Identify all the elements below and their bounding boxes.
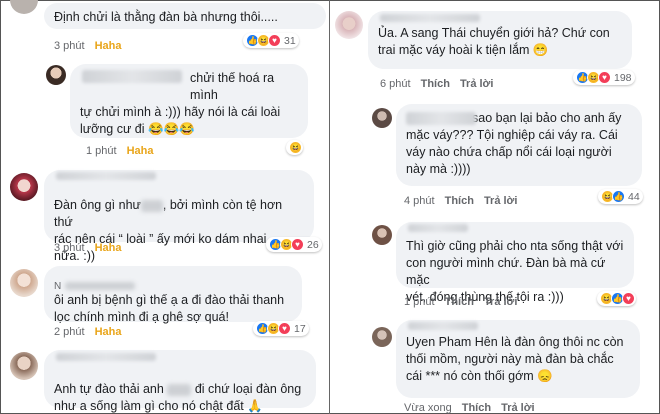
comment-bubble: Định chửi là thằng đàn bà nhưng thôi....… — [44, 3, 326, 29]
comment-text: tự chửi mình à :))) hãy nói là cái loài — [80, 105, 281, 119]
avatar[interactable] — [372, 108, 392, 128]
comment-bubble: Đàn ông gì như, bởi mình còn tệ hơn thứ … — [44, 170, 314, 263]
author-name-redacted — [65, 282, 136, 291]
author-name-redacted — [82, 70, 182, 83]
comment-text-part: Anh tự đào thải anh — [54, 382, 164, 396]
comment-text-part: đi chứ loại đàn ông — [194, 382, 302, 396]
comment-bubble: chửi thế hoá ra mình tự chửi mình à :)))… — [70, 64, 308, 138]
reaction-summary[interactable]: 😆 — [286, 140, 303, 155]
reply-link[interactable]: Trả lời — [460, 78, 494, 90]
comment-time: 3 phút — [54, 40, 85, 52]
comment-text: váy nào chứa chấp nổi cái loại người — [406, 145, 612, 159]
comment-text: ôi anh bị bệnh gì thế ạ a đi đào thải th… — [54, 293, 285, 307]
comment-text: Đàn ông gì như, bởi mình còn tệ hơn thứ — [54, 180, 304, 231]
love-icon: ♥ — [291, 238, 304, 251]
love-icon: ♥ — [278, 322, 291, 335]
love-icon: ♥ — [622, 292, 635, 305]
avatar[interactable] — [10, 269, 38, 297]
avatar[interactable] — [10, 352, 38, 380]
comment-text: Định chửi là thằng đàn bà nhưng thôi....… — [54, 10, 278, 24]
author-name-redacted — [56, 172, 156, 180]
comment-meta: Vừa xong Thích Trả lời — [404, 402, 545, 414]
author-name-redacted — [56, 353, 156, 361]
comment-meta: 6 phút Thích Trả lời — [380, 78, 503, 90]
avatar[interactable] — [372, 327, 392, 347]
comment-time: 2 phút — [54, 326, 85, 338]
author-name-redacted — [380, 14, 480, 22]
comment-text: Ủa. A sang Thái chuyển giới hả? Chứ con — [378, 26, 610, 40]
reaction-count: 31 — [284, 34, 296, 47]
comment-meta: 2 phút Haha — [54, 326, 132, 338]
comment-meta: 4 phút Thích Trả lời — [404, 195, 527, 207]
comment-text: lưỡng cư đi 😂😂😂 — [80, 122, 195, 136]
author-name-redacted — [406, 112, 476, 125]
comment-text: như a sống làm gì cho nó chật đất 🙏 — [54, 399, 263, 413]
comment-time: Vừa xong — [404, 402, 452, 414]
comment-bubble: Thì giờ cũng phải cho nta sống thật với … — [396, 222, 634, 304]
comment-meta: 1 phút Thích Trả lời — [404, 296, 527, 308]
like-icon: 👍 — [612, 190, 625, 203]
reply-link[interactable]: Trả lời — [484, 195, 518, 207]
reaction-count: 26 — [307, 238, 319, 251]
comment-text: con người mình chứ. Đàn bà mà cứ mặc — [406, 256, 606, 287]
comment-meta: 3 phút Haha — [54, 40, 132, 52]
haha-icon: 😆 — [289, 141, 302, 154]
redacted-text — [167, 383, 192, 396]
reaction-summary[interactable]: 👍 😆 ♥ 26 — [266, 237, 322, 252]
reaction-count: 44 — [628, 190, 640, 203]
comment-bubble: Uyen Pham Hên là đàn ông thôi nc còn thố… — [396, 320, 640, 398]
comment-time: 3 phút — [54, 242, 85, 254]
comment-bubble: Ủa. A sang Thái chuyển giới hả? Chứ con … — [368, 11, 632, 69]
comment-bubble: N ôi anh bị bệnh gì thế ạ a đi đào thải … — [44, 266, 302, 324]
reaction-count: 198 — [614, 71, 632, 84]
author-name-redacted — [408, 322, 478, 330]
comment-text: Anh tự đào thải anh đi chứ loại đàn ông — [54, 364, 306, 398]
reaction-haha-label[interactable]: Haha — [95, 40, 122, 52]
reaction-haha-label[interactable]: Haha — [95, 326, 122, 338]
comment-time: 1 phút — [86, 145, 117, 157]
comment-text: Uyen Pham Hên là đàn ông thôi nc còn — [406, 335, 624, 349]
comment-text: thối mồm, người này mà đàn bà chắc — [406, 352, 614, 366]
reply-link[interactable]: Trả lời — [501, 402, 535, 414]
comment-text: trai mặc váy hoài k tiện lắm 😁 — [378, 43, 549, 57]
like-link[interactable]: Thích — [445, 296, 474, 308]
comment-time: 4 phút — [404, 195, 435, 207]
redacted-text — [140, 199, 163, 212]
reaction-summary[interactable]: 👍 😆 ♥ 198 — [573, 70, 635, 85]
reaction-count: 17 — [294, 322, 306, 335]
author-initial: N — [54, 272, 292, 292]
comment-meta: 1 phút Haha — [86, 145, 164, 157]
column-divider — [329, 0, 330, 414]
reaction-summary[interactable]: 👍 😆 ♥ 31 — [243, 33, 299, 48]
author-name-redacted — [408, 224, 468, 232]
avatar[interactable] — [10, 0, 38, 14]
reaction-haha-label[interactable]: Haha — [127, 145, 154, 157]
comment-text: cái *** nó còn thối gớm 😞 — [406, 369, 553, 383]
reaction-summary[interactable]: 👍 😆 ♥ 17 — [253, 321, 309, 336]
avatar[interactable] — [46, 65, 66, 85]
reaction-haha-label[interactable]: Haha — [95, 242, 122, 254]
like-link[interactable]: Thích — [421, 78, 450, 90]
reaction-summary[interactable]: 😆 👍 44 — [598, 189, 643, 204]
comment-bubble: sao bạn lại bảo cho anh ấy mặc váy??? Tộ… — [396, 104, 642, 186]
author-initial-text: N — [54, 281, 62, 292]
comment-text: Thì giờ cũng phải cho nta sống thật với — [406, 239, 624, 253]
like-link[interactable]: Thích — [445, 195, 474, 207]
avatar[interactable] — [335, 11, 363, 39]
reply-link[interactable]: Trả lời — [484, 296, 518, 308]
comment-time: 1 phút — [404, 296, 435, 308]
comment-text: này mà :)))) — [406, 162, 471, 176]
reaction-summary[interactable]: 😆 👍 ♥ — [597, 291, 636, 306]
avatar[interactable] — [372, 225, 392, 245]
comment-time: 6 phút — [380, 78, 411, 90]
love-icon: ♥ — [268, 34, 281, 47]
love-icon: ♥ — [598, 71, 611, 84]
comment-bubble: Anh tự đào thải anh đi chứ loại đàn ông … — [44, 350, 316, 413]
comment-meta: 3 phút Haha — [54, 242, 132, 254]
comment-text-part: Đàn ông gì như — [54, 198, 141, 212]
comment-text: mặc váy??? Tội nghiệp cái váy ra. Cái — [406, 128, 618, 142]
avatar[interactable] — [10, 173, 38, 201]
like-link[interactable]: Thích — [462, 402, 491, 414]
